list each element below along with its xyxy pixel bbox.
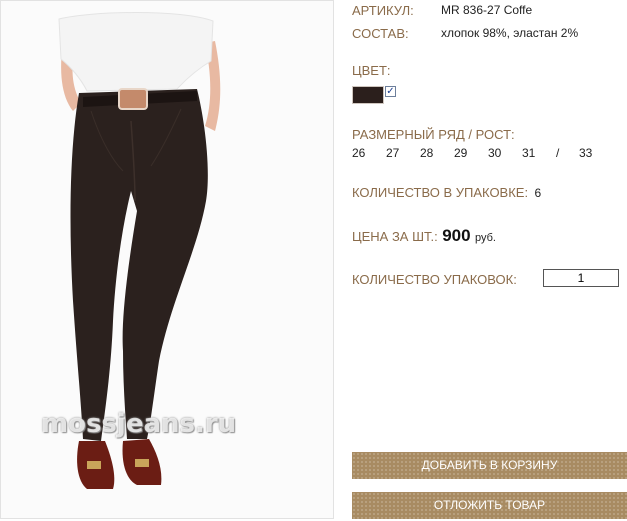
size-item: 26 bbox=[352, 146, 366, 160]
color-swatch[interactable] bbox=[352, 86, 384, 104]
size-item: 30 bbox=[488, 146, 502, 160]
price-currency: руб. bbox=[475, 232, 496, 244]
pack-label: КОЛИЧЕСТВО В УПАКОВКЕ: bbox=[352, 185, 529, 200]
right-shoe-ornament bbox=[135, 459, 149, 467]
composition-row: СОСТАВ: хлопок 98%, эластан 2% bbox=[352, 25, 578, 43]
size-item: 27 bbox=[386, 146, 400, 160]
color-checkbox[interactable]: ✓ bbox=[385, 86, 396, 97]
qty-input[interactable] bbox=[543, 269, 619, 287]
size-separator: / bbox=[556, 146, 560, 160]
pack-row: КОЛИЧЕСТВО В УПАКОВКЕ: 6 bbox=[352, 184, 541, 202]
composition-label: СОСТАВ: bbox=[352, 26, 409, 41]
size-list: 26 27 28 29 30 31 / 33 bbox=[352, 146, 602, 162]
size-item: 33 bbox=[579, 146, 593, 160]
qty-label: КОЛИЧЕСТВО УПАКОВОК: bbox=[352, 272, 517, 287]
jeans-model-image bbox=[58, 12, 221, 489]
size-label: РАЗМЕРНЫЙ РЯД / РОСТ: bbox=[352, 127, 515, 142]
size-item: 29 bbox=[454, 146, 468, 160]
size-item: 28 bbox=[420, 146, 434, 160]
pack-value: 6 bbox=[534, 186, 542, 200]
jeans-shape bbox=[70, 89, 208, 441]
qty-row: КОЛИЧЕСТВО УПАКОВОК: bbox=[352, 271, 517, 289]
color-label: ЦВЕТ: bbox=[352, 63, 391, 78]
belt-buckle-shape bbox=[118, 88, 148, 110]
add-to-cart-button[interactable]: ДОБАВИТЬ В КОРЗИНУ bbox=[352, 452, 627, 479]
article-value: MR 836-27 Coffe bbox=[441, 3, 533, 17]
price-label: ЦЕНА ЗА ШТ.: bbox=[352, 229, 438, 244]
size-item: 31 bbox=[522, 146, 536, 160]
price-row: ЦЕНА ЗА ШТ.: 900 руб. bbox=[352, 226, 496, 246]
watermark-text: mossjeans.ru bbox=[41, 409, 237, 439]
composition-value: хлопок 98%, эластан 2% bbox=[441, 26, 579, 40]
white-top-shape bbox=[58, 12, 214, 92]
color-row: ЦВЕТ: bbox=[352, 62, 391, 80]
postpone-button[interactable]: ОТЛОЖИТЬ ТОВАР bbox=[352, 492, 627, 519]
product-photo[interactable]: mossjeans.ru bbox=[0, 0, 334, 519]
article-row: АРТИКУЛ: MR 836-27 Coffe bbox=[352, 2, 532, 20]
article-label: АРТИКУЛ: bbox=[352, 3, 414, 18]
left-shoe-ornament bbox=[87, 461, 101, 469]
size-row: РАЗМЕРНЫЙ РЯД / РОСТ: bbox=[352, 126, 515, 144]
price-value: 900 bbox=[442, 226, 471, 245]
